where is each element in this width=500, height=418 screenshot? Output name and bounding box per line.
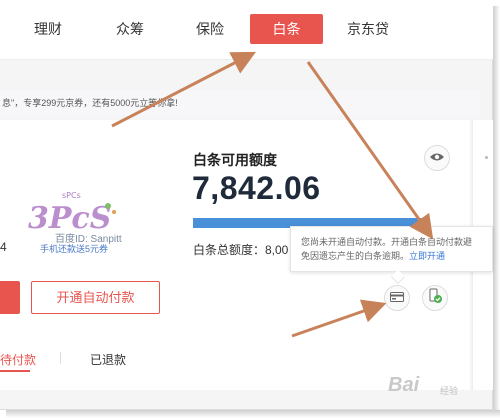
side-dot bbox=[485, 156, 488, 159]
enable-auto-pay-button[interactable]: 开通自动付款 bbox=[31, 281, 160, 314]
nav-item-baitiao[interactable]: 白条 bbox=[250, 14, 323, 44]
partial-number: 4 bbox=[0, 240, 7, 254]
baidu-watermark: Bai bbox=[388, 374, 420, 396]
phone-repay-promo-link[interactable]: 手机还款送5元券 bbox=[40, 242, 108, 255]
credit-total-text: 白条总额度：8,00 bbox=[193, 243, 289, 257]
nav-item-zhongchou[interactable]: 众筹 bbox=[110, 14, 150, 44]
auto-pay-tooltip: 您尚未开通自动付款。开通白条自动付款避 免因遗忘产生的白条逾期。立即开通 bbox=[290, 226, 493, 272]
mobile-pay-button[interactable] bbox=[422, 285, 448, 311]
eye-icon bbox=[429, 149, 445, 167]
card-payment-button[interactable] bbox=[384, 285, 410, 311]
nav-item-licai[interactable]: 理财 bbox=[28, 14, 68, 44]
baidu-watermark-suffix: 经验 bbox=[440, 386, 459, 396]
promo-banner[interactable]: 息"，专享299元京券，还有5000元立等你拿! bbox=[0, 90, 480, 116]
top-nav: 理财 众筹 保险 白条 京东贷 bbox=[0, 0, 493, 60]
credit-available-label: 白条可用额度 bbox=[193, 152, 277, 168]
tab-refunded[interactable]: 已退款 bbox=[90, 351, 126, 368]
phone-check-icon bbox=[427, 288, 443, 309]
tab-active-underline bbox=[0, 370, 30, 372]
frame-shadow-bottom bbox=[6, 410, 500, 418]
nav-item-baoxian[interactable]: 保险 bbox=[190, 14, 230, 44]
frame-shadow-right bbox=[493, 6, 500, 418]
card-icon bbox=[390, 289, 404, 307]
tab-divider bbox=[60, 352, 61, 364]
toggle-visibility-button[interactable] bbox=[424, 145, 450, 171]
watermark-sub-brand: sPCs bbox=[62, 191, 81, 200]
tooltip-line-1: 您尚未开通自动付款。开通白条自动付款避 bbox=[301, 237, 473, 247]
watermark-logo: sPCs 3PcS bbox=[22, 188, 127, 236]
tooltip-line-2: 免因遗忘产生的白条逾期。 bbox=[301, 251, 410, 261]
credit-available-value: 7,842.06 bbox=[192, 170, 321, 206]
repay-button[interactable] bbox=[0, 281, 20, 314]
nav-item-jingdongdai[interactable]: 京东贷 bbox=[340, 14, 396, 44]
tab-pending-payment[interactable]: 待付款 bbox=[0, 351, 36, 368]
tooltip-enable-now-link[interactable]: 立即开通 bbox=[409, 251, 445, 261]
